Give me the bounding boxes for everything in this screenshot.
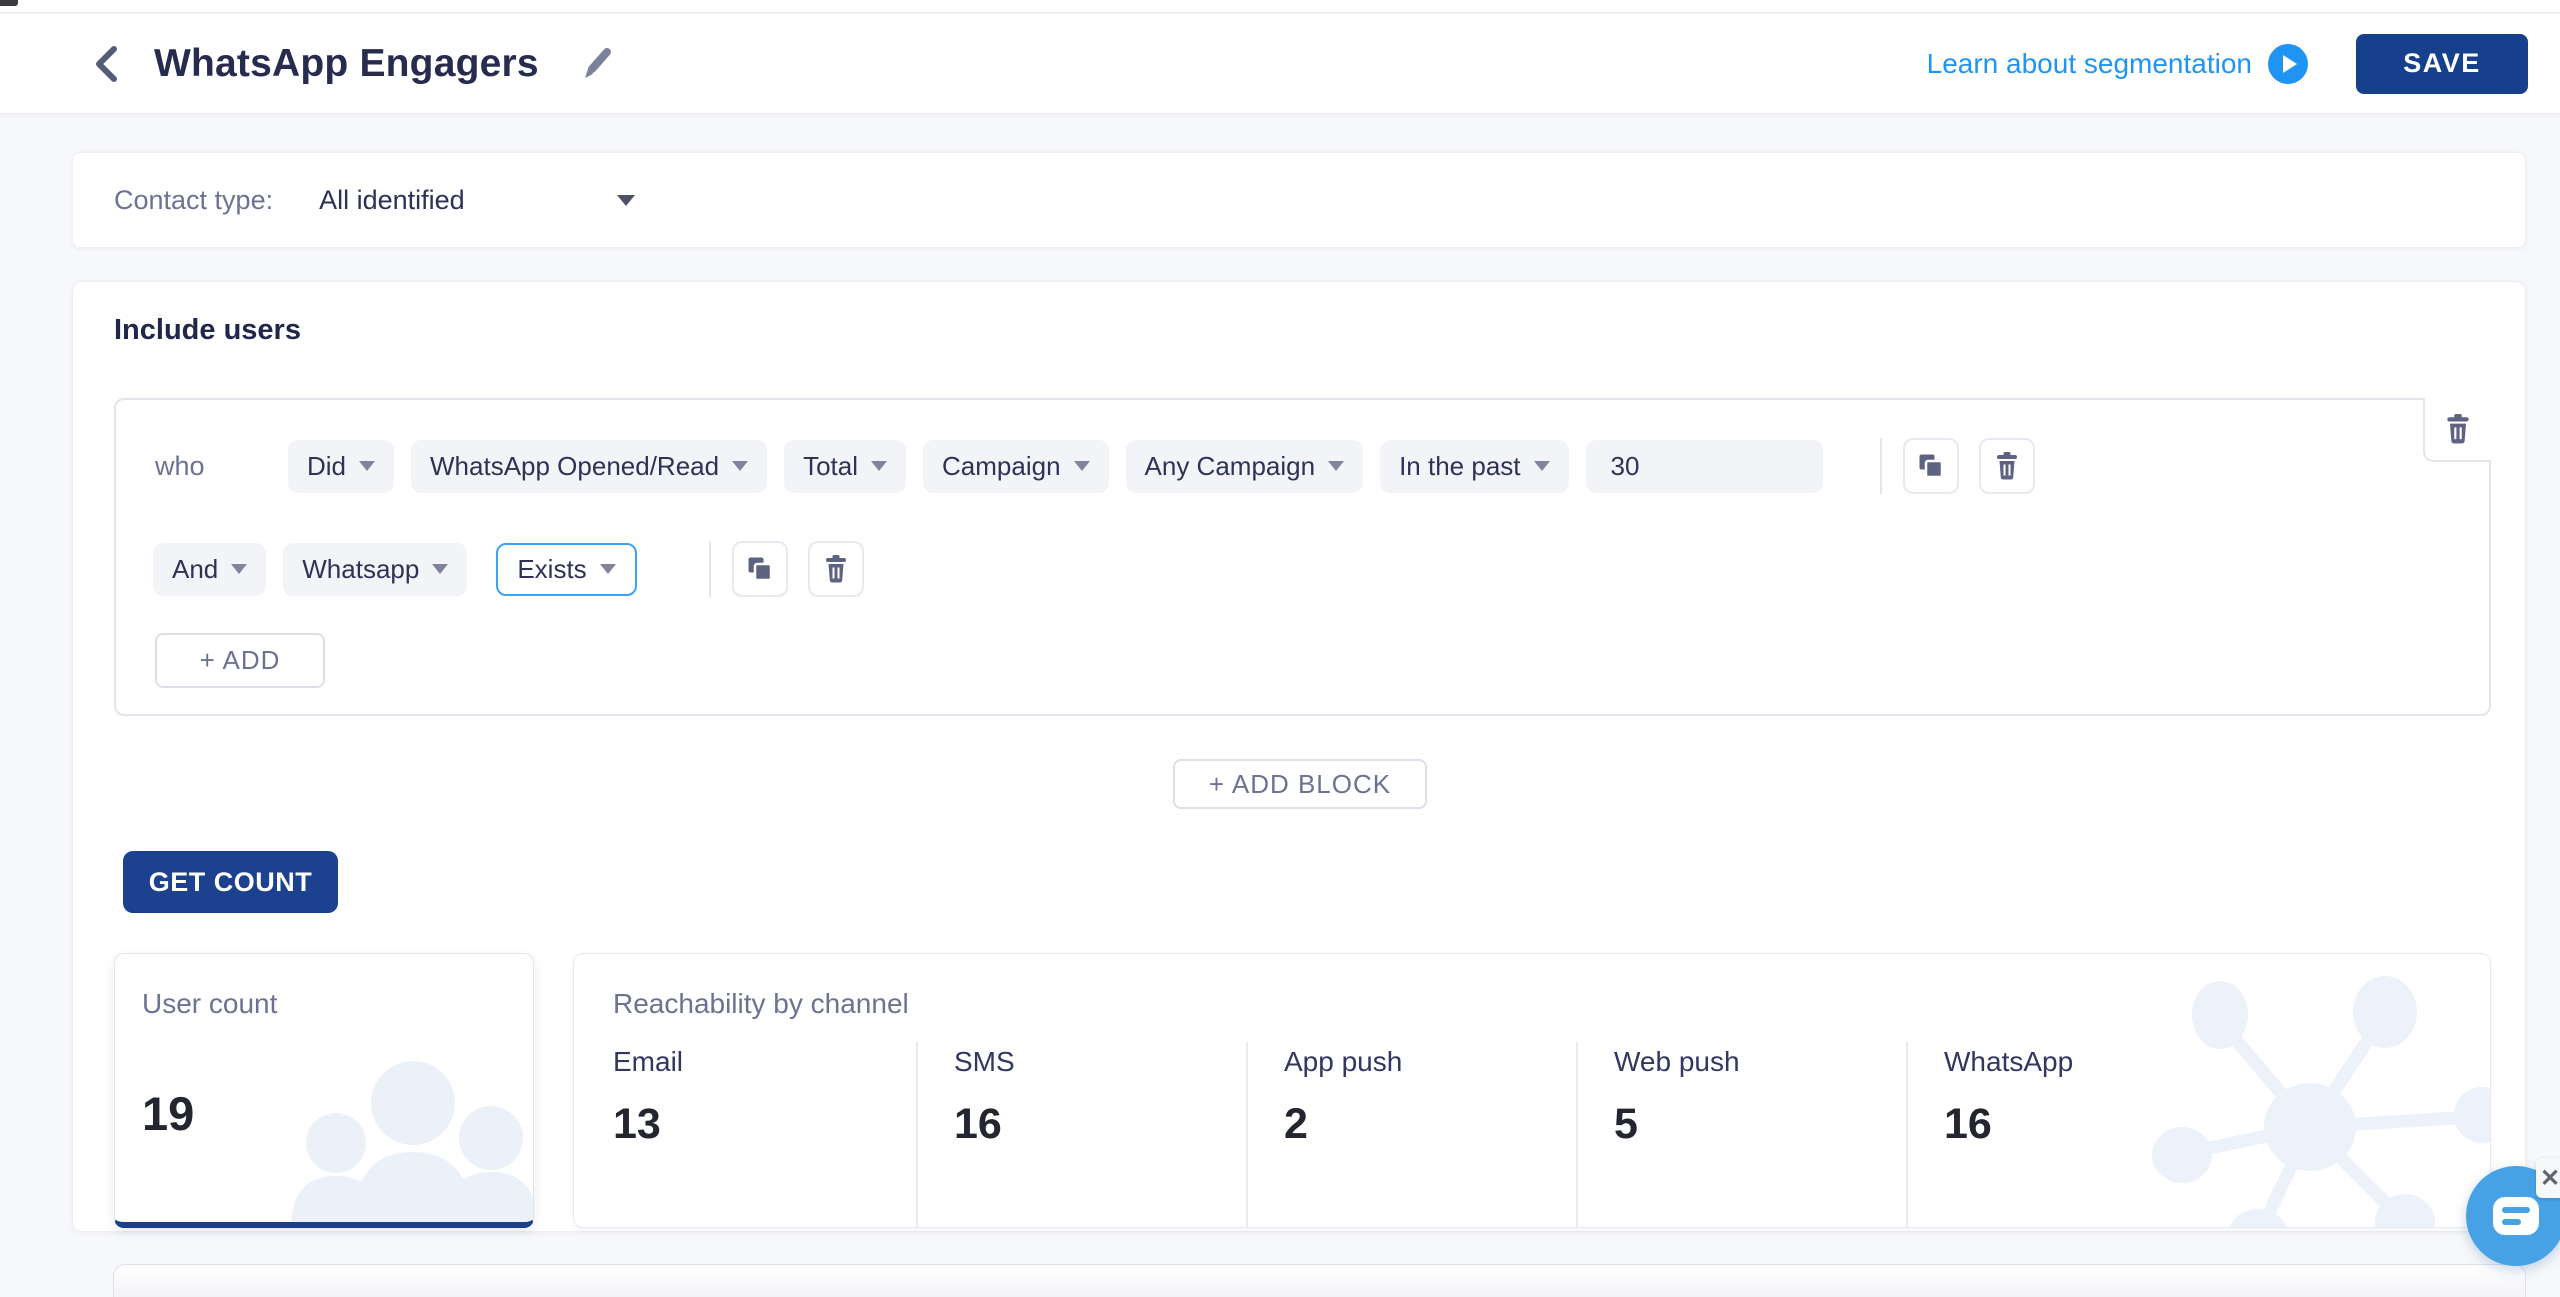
time-range-dropdown[interactable]: In the past — [1380, 440, 1568, 493]
top-strip — [0, 0, 2560, 13]
people-silhouette-decoration — [241, 1058, 534, 1228]
and-or-dropdown[interactable]: And — [153, 543, 266, 596]
copy-icon — [1918, 453, 1944, 479]
get-count-button[interactable]: GET COUNT — [123, 851, 338, 913]
learn-about-segmentation-link[interactable]: Learn about segmentation — [1927, 48, 2252, 80]
next-section-card — [113, 1264, 2526, 1297]
trash-icon — [2445, 414, 2471, 444]
delete-condition-button[interactable] — [808, 541, 864, 597]
segment-builder-card: Include users who Did WhatsApp Opened/Re… — [72, 281, 2526, 1232]
user-count-value: 19 — [142, 1086, 533, 1141]
property-dropdown[interactable]: Whatsapp — [283, 543, 467, 596]
reachability-card: Reachability by channel Email 13 SMS 16 … — [573, 953, 2491, 1228]
chevron-down-icon — [1534, 461, 1550, 471]
header-right: Learn about segmentation SAVE — [1927, 34, 2528, 94]
channel-value: 5 — [1614, 1100, 1906, 1149]
chat-bubble-icon — [2493, 1197, 2539, 1235]
chat-close-button[interactable]: ✕ — [2536, 1158, 2560, 1198]
time-range-dropdown-label: In the past — [1399, 451, 1520, 482]
event-dropdown[interactable]: WhatsApp Opened/Read — [411, 440, 767, 493]
who-label: who — [153, 451, 288, 482]
channel-email: Email 13 — [613, 1046, 916, 1149]
channel-value: 2 — [1284, 1100, 1576, 1149]
chevron-down-icon — [1328, 461, 1344, 471]
user-count-title: User count — [142, 988, 533, 1020]
operator-dropdown[interactable]: Exists — [496, 543, 636, 596]
channel-sms: SMS 16 — [916, 1046, 1246, 1149]
channel-value: 16 — [954, 1100, 1246, 1149]
back-button[interactable] — [86, 42, 126, 86]
channel-whatsapp: WhatsApp 16 — [1906, 1046, 2073, 1149]
channel-label: SMS — [954, 1046, 1246, 1078]
campaign-dropdown-label: Campaign — [942, 451, 1061, 482]
event-dropdown-label: WhatsApp Opened/Read — [430, 451, 719, 482]
any-campaign-dropdown[interactable]: Any Campaign — [1126, 440, 1364, 493]
filter-block: who Did WhatsApp Opened/Read Total Campa… — [114, 398, 2491, 716]
channel-value: 16 — [1944, 1100, 2073, 1149]
add-block-wrap: + ADD BLOCK — [73, 759, 2527, 809]
column-divider — [916, 1042, 918, 1228]
aggregate-dropdown[interactable]: Total — [784, 440, 906, 493]
property-dropdown-label: Whatsapp — [302, 554, 419, 585]
contact-type-card: Contact type: All identified — [72, 152, 2526, 248]
chevron-left-icon — [93, 45, 119, 83]
column-divider — [1906, 1042, 1908, 1228]
save-button[interactable]: SAVE — [2356, 34, 2528, 94]
channel-label: WhatsApp — [1944, 1046, 2073, 1078]
and-or-dropdown-label: And — [172, 554, 218, 585]
add-condition-button[interactable]: + ADD — [155, 633, 325, 688]
chevron-down-icon — [359, 461, 375, 471]
header: WhatsApp Engagers Learn about segmentati… — [0, 14, 2560, 114]
pencil-icon — [580, 47, 614, 81]
contact-type-value[interactable]: All identified — [319, 185, 465, 216]
trash-icon — [824, 555, 848, 583]
trash-icon — [1995, 452, 2019, 480]
add-block-button[interactable]: + ADD BLOCK — [1173, 759, 1427, 809]
filter-row-1: who Did WhatsApp Opened/Read Total Campa… — [153, 438, 2489, 494]
channel-label: Email — [613, 1046, 916, 1078]
chevron-down-icon[interactable] — [617, 195, 635, 206]
delete-block-button[interactable] — [2423, 398, 2491, 462]
column-divider — [1576, 1042, 1578, 1228]
copy-condition-button[interactable] — [1903, 438, 1959, 494]
channel-web-push: Web push 5 — [1576, 1046, 1906, 1149]
channel-label: Web push — [1614, 1046, 1906, 1078]
aggregate-dropdown-label: Total — [803, 451, 858, 482]
did-dropdown[interactable]: Did — [288, 440, 394, 493]
chevron-down-icon — [871, 461, 887, 471]
column-divider — [1246, 1042, 1248, 1228]
channel-label: App push — [1284, 1046, 1576, 1078]
chevron-down-icon — [1074, 461, 1090, 471]
row-divider — [709, 541, 711, 597]
operator-dropdown-label: Exists — [517, 554, 586, 585]
page-title: WhatsApp Engagers — [154, 42, 539, 86]
any-campaign-dropdown-label: Any Campaign — [1145, 451, 1316, 482]
contact-type-label: Contact type: — [114, 185, 273, 216]
play-video-icon[interactable] — [2268, 44, 2308, 84]
copy-condition-button[interactable] — [732, 541, 788, 597]
chevron-down-icon — [231, 564, 247, 574]
channel-app-push: App push 2 — [1246, 1046, 1576, 1149]
copy-icon — [747, 556, 773, 582]
delete-condition-button[interactable] — [1979, 438, 2035, 494]
channels-row: Email 13 SMS 16 App push 2 Web push 5 Wh… — [613, 1046, 2490, 1149]
campaign-dropdown[interactable]: Campaign — [923, 440, 1109, 493]
days-value-input[interactable] — [1586, 440, 1823, 493]
user-count-card: User count 19 — [114, 953, 534, 1228]
chevron-down-icon — [600, 564, 616, 574]
chevron-down-icon — [732, 461, 748, 471]
corner-mark — [0, 0, 18, 6]
filter-row-2: And Whatsapp Exists — [153, 541, 2489, 597]
edit-title-button[interactable] — [577, 44, 617, 84]
row-divider — [1880, 438, 1882, 494]
channel-value: 13 — [613, 1100, 916, 1149]
include-users-title: Include users — [114, 314, 301, 347]
chevron-down-icon — [432, 564, 448, 574]
did-dropdown-label: Did — [307, 451, 346, 482]
